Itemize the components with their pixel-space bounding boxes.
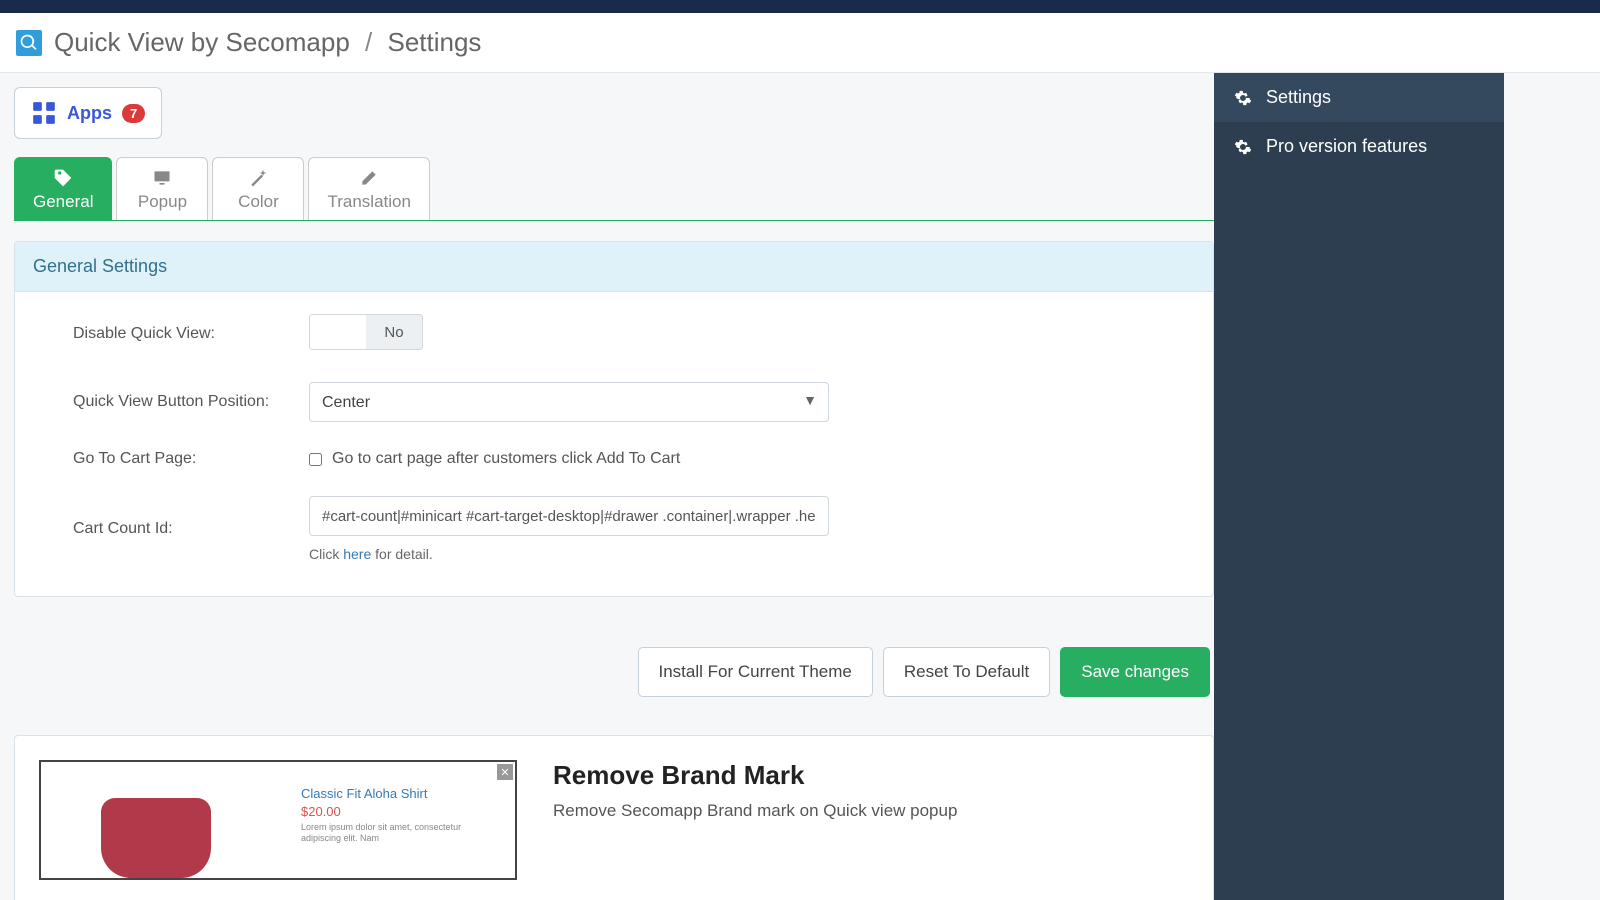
toggle-value: No [366, 315, 422, 349]
promo-text: Remove Brand Mark Remove Secomapp Brand … [553, 760, 957, 880]
promo-title: Remove Brand Mark [553, 760, 957, 791]
reset-default-button[interactable]: Reset To Default [883, 647, 1050, 697]
apps-grid-icon [31, 100, 57, 126]
gear-icon [1234, 138, 1252, 156]
go-to-cart-checkbox[interactable]: Go to cart page after customers click Ad… [309, 450, 869, 468]
help-prefix: Click [309, 546, 343, 562]
field-go-to-cart: Go To Cart Page: Go to cart page after c… [33, 450, 1195, 468]
tab-color[interactable]: Color [212, 157, 304, 220]
tab-label: Color [238, 192, 279, 212]
window-topbar [0, 0, 1600, 13]
tab-label: General [33, 192, 93, 212]
tab-translation[interactable]: Translation [308, 157, 429, 220]
breadcrumb-page: Settings [387, 27, 481, 57]
panel-title: General Settings [15, 242, 1213, 292]
sidebar-item-label: Pro version features [1266, 136, 1427, 157]
tab-label: Translation [327, 192, 410, 212]
cart-count-id-input[interactable] [309, 496, 829, 536]
apps-button[interactable]: Apps 7 [14, 87, 162, 139]
field-label: Disable Quick View: [33, 325, 309, 343]
tag-icon [53, 168, 73, 188]
tab-general[interactable]: General [14, 157, 112, 220]
breadcrumb-text: Quick View by Secomapp / Settings [54, 27, 481, 58]
promo-panel: ✕ Classic Fit Aloha Shirt $20.00 Lorem i… [14, 735, 1214, 900]
field-button-position: Quick View Button Position: Center ▼ [33, 382, 1195, 422]
product-image-placeholder [101, 798, 211, 878]
breadcrumb-separator: / [365, 27, 372, 57]
go-to-cart-checkbox-input[interactable] [309, 453, 322, 466]
desktop-icon [152, 168, 172, 188]
sidebar: Settings Pro version features [1214, 73, 1504, 900]
help-link[interactable]: here [343, 546, 371, 562]
apps-button-label: Apps [67, 103, 112, 124]
field-label: Cart Count Id: [33, 520, 309, 538]
preview-product-title: Classic Fit Aloha Shirt [301, 786, 427, 801]
help-suffix: for detail. [371, 546, 432, 562]
field-label: Quick View Button Position: [33, 393, 309, 411]
edit-icon [359, 168, 379, 188]
sidebar-item-pro-features[interactable]: Pro version features [1214, 122, 1504, 171]
action-bar: Install For Current Theme Reset To Defau… [14, 647, 1214, 697]
app-logo-icon [16, 30, 42, 56]
checkbox-label: Go to cart page after customers click Ad… [332, 450, 680, 468]
cart-count-help: Click here for detail. [309, 546, 869, 562]
field-label: Go To Cart Page: [33, 450, 309, 468]
sidebar-item-settings[interactable]: Settings [1214, 73, 1504, 122]
sidebar-item-label: Settings [1266, 87, 1331, 108]
field-cart-count-id: Cart Count Id: Click here for detail. [33, 496, 1195, 562]
breadcrumb: Quick View by Secomapp / Settings [0, 13, 1600, 73]
toggle-empty-half [310, 315, 366, 349]
save-changes-button[interactable]: Save changes [1060, 647, 1210, 697]
tabs: General Popup Color Translation [14, 157, 1214, 221]
promo-preview: ✕ Classic Fit Aloha Shirt $20.00 Lorem i… [39, 760, 517, 880]
general-settings-panel: General Settings Disable Quick View: No … [14, 241, 1214, 597]
promo-desc: Remove Secomapp Brand mark on Quick view… [553, 801, 957, 821]
preview-product-price: $20.00 [301, 804, 341, 819]
disable-quick-view-toggle[interactable]: No [309, 314, 423, 350]
tab-label: Popup [138, 192, 187, 212]
preview-product-desc: Lorem ipsum dolor sit amet, consectetur … [301, 822, 501, 844]
tab-popup[interactable]: Popup [116, 157, 208, 220]
wand-icon [248, 168, 268, 188]
close-icon: ✕ [497, 764, 513, 780]
main-content: Apps 7 General Popup Color Translation G… [0, 73, 1214, 900]
select-value: Center [309, 382, 829, 422]
gear-icon [1234, 89, 1252, 107]
breadcrumb-app[interactable]: Quick View by Secomapp [54, 27, 350, 57]
field-disable-quick-view: Disable Quick View: No [33, 314, 1195, 354]
apps-badge: 7 [122, 104, 145, 123]
button-position-select[interactable]: Center ▼ [309, 382, 829, 422]
install-theme-button[interactable]: Install For Current Theme [638, 647, 873, 697]
